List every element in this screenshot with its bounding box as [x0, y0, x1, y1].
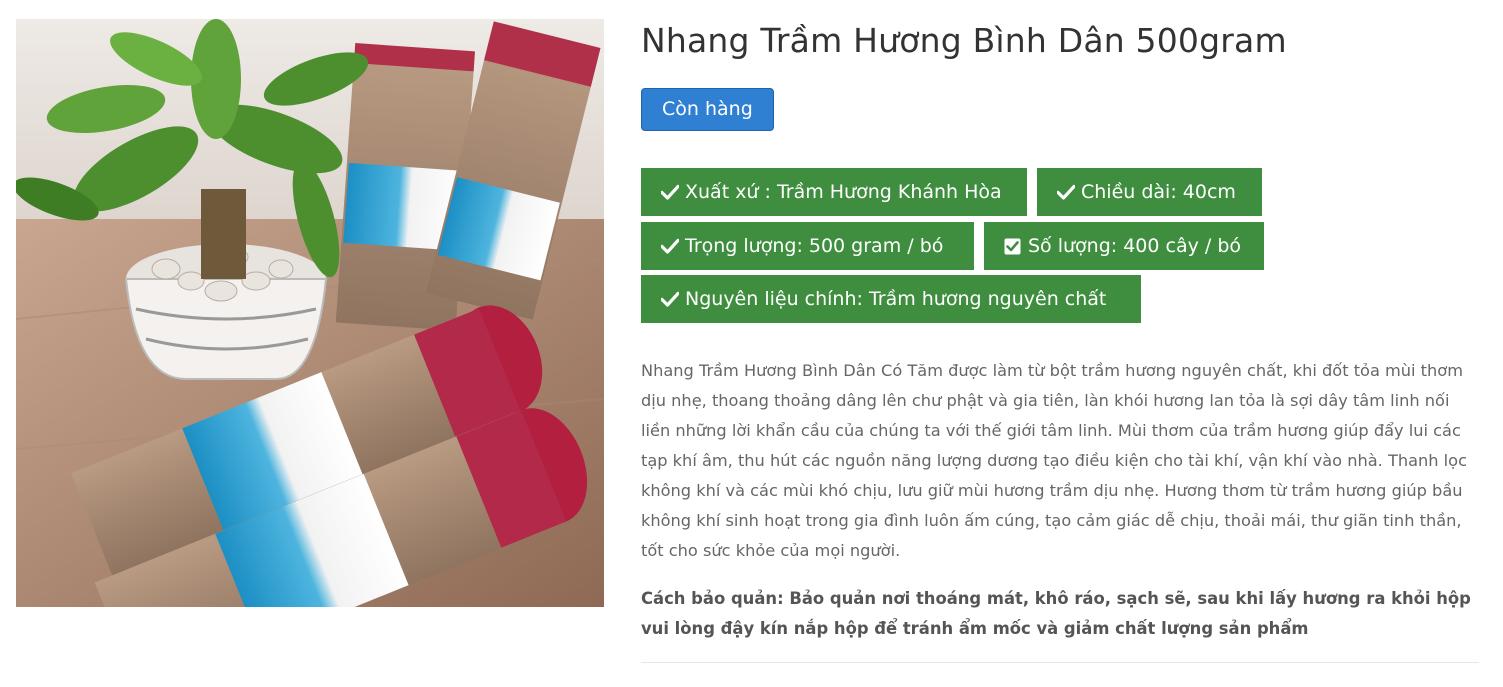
attribute-label: Chiều dài: 40cm [1081, 181, 1236, 203]
check-icon [661, 235, 683, 257]
attribute-label: Xuất xứ : Trầm Hương Khánh Hòa [685, 181, 1002, 203]
check-icon [1057, 181, 1079, 203]
product-image[interactable] [16, 19, 604, 607]
attribute-length: Chiều dài: 40cm [1037, 168, 1262, 216]
check-icon [661, 288, 683, 310]
attribute-label: Trọng lượng: 500 gram / bó [685, 235, 944, 257]
product-description: Nhang Trầm Hương Bình Dân Có Tăm được là… [641, 361, 1467, 560]
attribute-origin: Xuất xứ : Trầm Hương Khánh Hòa [641, 168, 1027, 216]
attribute-label: Nguyên liệu chính: Trầm hương nguyên chấ… [685, 288, 1107, 310]
check-icon [661, 181, 683, 203]
checkbox-checked-icon [1004, 235, 1026, 257]
attribute-weight: Trọng lượng: 500 gram / bó [641, 222, 974, 270]
divider [641, 662, 1479, 663]
attribute-quantity: Số lượng: 400 cây / bó [984, 222, 1264, 270]
storage-instructions: Cách bảo quản: Bảo quản nơi thoáng mát, … [641, 589, 1471, 638]
attribute-material: Nguyên liệu chính: Trầm hương nguyên chấ… [641, 275, 1141, 323]
product-title: Nhang Trầm Hương Bình Dân 500gram [641, 21, 1287, 60]
product-photo-illustration [16, 19, 604, 607]
attribute-label: Số lượng: 400 cây / bó [1028, 235, 1242, 257]
stock-status-button[interactable]: Còn hàng [641, 88, 774, 131]
